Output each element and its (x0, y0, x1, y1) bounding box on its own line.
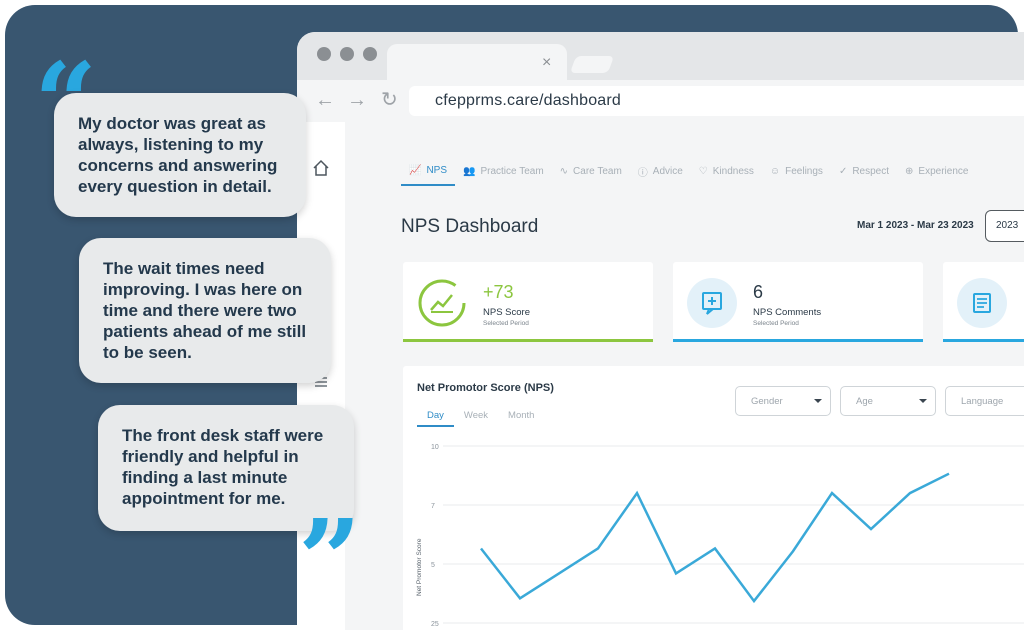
nps-comments-accent-bar (673, 339, 923, 342)
tab-label: Practice Team (480, 165, 544, 177)
comment-icon (687, 278, 737, 328)
tab-close-icon[interactable]: × (542, 54, 551, 72)
tab-label: Experience (918, 165, 969, 177)
date-range: Mar 1 2023 - Mar 23 2023 (857, 220, 974, 231)
window-close-dot[interactable] (317, 47, 331, 61)
tab-advice[interactable]: ⓘ Advice (630, 156, 691, 186)
nps-score-card[interactable]: +73 NPS Score Selected Period (403, 262, 653, 342)
people-icon: 👥 (463, 165, 476, 177)
tab-kindness[interactable]: ♡ Kindness (691, 156, 762, 186)
window-minimize-dot[interactable] (340, 47, 354, 61)
nps-comments-card[interactable]: 6 NPS Comments Selected Period (673, 262, 923, 342)
nps-chart-card: Net Promotor Score (NPS) Day Week Month … (403, 366, 1024, 630)
pulse-icon: ∿ (559, 165, 569, 177)
globe-icon: ⊕ (905, 165, 914, 177)
nps-score-label: NPS Score (483, 307, 530, 318)
forward-arrow-icon[interactable]: → (347, 90, 367, 110)
tab-care-team[interactable]: ∿ Care Team (552, 156, 630, 186)
check-icon: ✓ (838, 165, 848, 177)
back-arrow-icon[interactable]: ← (315, 90, 335, 110)
smile-icon: ☺ (769, 165, 781, 177)
home-icon[interactable] (309, 158, 333, 182)
heart-icon: ♡ (698, 165, 708, 177)
tab-label: Feelings (785, 165, 823, 177)
close-quote-icon: ” (298, 495, 362, 624)
y-tick-label: 10 (431, 444, 439, 451)
nps-score-accent-bar (403, 339, 653, 342)
tab-experience[interactable]: ⊕ Experience (897, 156, 976, 186)
nps-comments-value: 6 (753, 282, 764, 302)
quote-bubble-1: My doctor was great as always, listening… (54, 93, 306, 217)
tab-practice-team[interactable]: 👥 Practice Team (455, 156, 552, 186)
nps-comments-label: NPS Comments (753, 307, 822, 318)
y-tick-label: 25 (431, 621, 439, 628)
quote-text-3: The front desk staff were friendly and h… (122, 426, 324, 508)
third-stat-card[interactable] (943, 262, 1024, 342)
page-title: NPS Dashboard (401, 216, 539, 237)
tab-label: NPS (426, 164, 448, 176)
tab-label: Respect (852, 165, 890, 177)
y-tick-label: 5 (431, 562, 435, 569)
nps-score-icon (417, 278, 467, 328)
new-tab-button[interactable] (569, 56, 615, 73)
window-maximize-dot[interactable] (363, 47, 377, 61)
tab-feelings[interactable]: ☺ Feelings (762, 156, 831, 186)
dashboard-content: 📈 NPS 👥 Practice Team ∿ Care Team ⓘ Advice ♡ Kind… (297, 122, 1024, 630)
third-stat-accent-bar (943, 339, 1024, 342)
trend-icon: 📈 (409, 164, 422, 176)
quote-text-2: The wait times need improving. I was her… (103, 259, 307, 362)
reload-icon[interactable]: ↻ (381, 90, 398, 110)
y-axis-label: Net Promotor Score (416, 538, 423, 596)
tab-label: Kindness (712, 165, 754, 177)
nps-series-line (480, 472, 950, 604)
tab-label: Advice (652, 165, 683, 177)
browser-tab[interactable] (387, 44, 567, 80)
tab-label: Care Team (573, 165, 622, 177)
dashboard-tabs: 📈 NPS 👥 Practice Team ∿ Care Team ⓘ Advice ♡ Kind… (401, 156, 976, 186)
browser-tab-strip: × (297, 32, 1024, 80)
nps-line-chart: 10 7 5 25 Net Promotor Score (416, 444, 1024, 628)
tab-respect[interactable]: ✓ Respect (831, 156, 897, 186)
info-icon: ⓘ (637, 167, 648, 179)
tab-nps[interactable]: 📈 NPS (401, 156, 456, 186)
browser-window: × ← → ↻ cfepprms.care/dashboard 📈 NPS 👥 Pra… (297, 32, 1024, 630)
address-bar[interactable]: cfepprms.care/dashboard (409, 86, 1024, 116)
document-icon (957, 278, 1007, 328)
quote-text-1: My doctor was great as always, listening… (78, 114, 278, 196)
quote-bubble-2: The wait times need improving. I was her… (79, 238, 331, 383)
nps-comments-sub: Selected Period (753, 320, 799, 327)
y-tick-label: 7 (431, 503, 435, 510)
year-select-button[interactable]: 2023 (985, 210, 1024, 242)
nps-score-sub: Selected Period (483, 320, 529, 327)
nps-score-value: +73 (483, 282, 514, 302)
address-bar-url: cfepprms.care/dashboard (435, 92, 622, 109)
